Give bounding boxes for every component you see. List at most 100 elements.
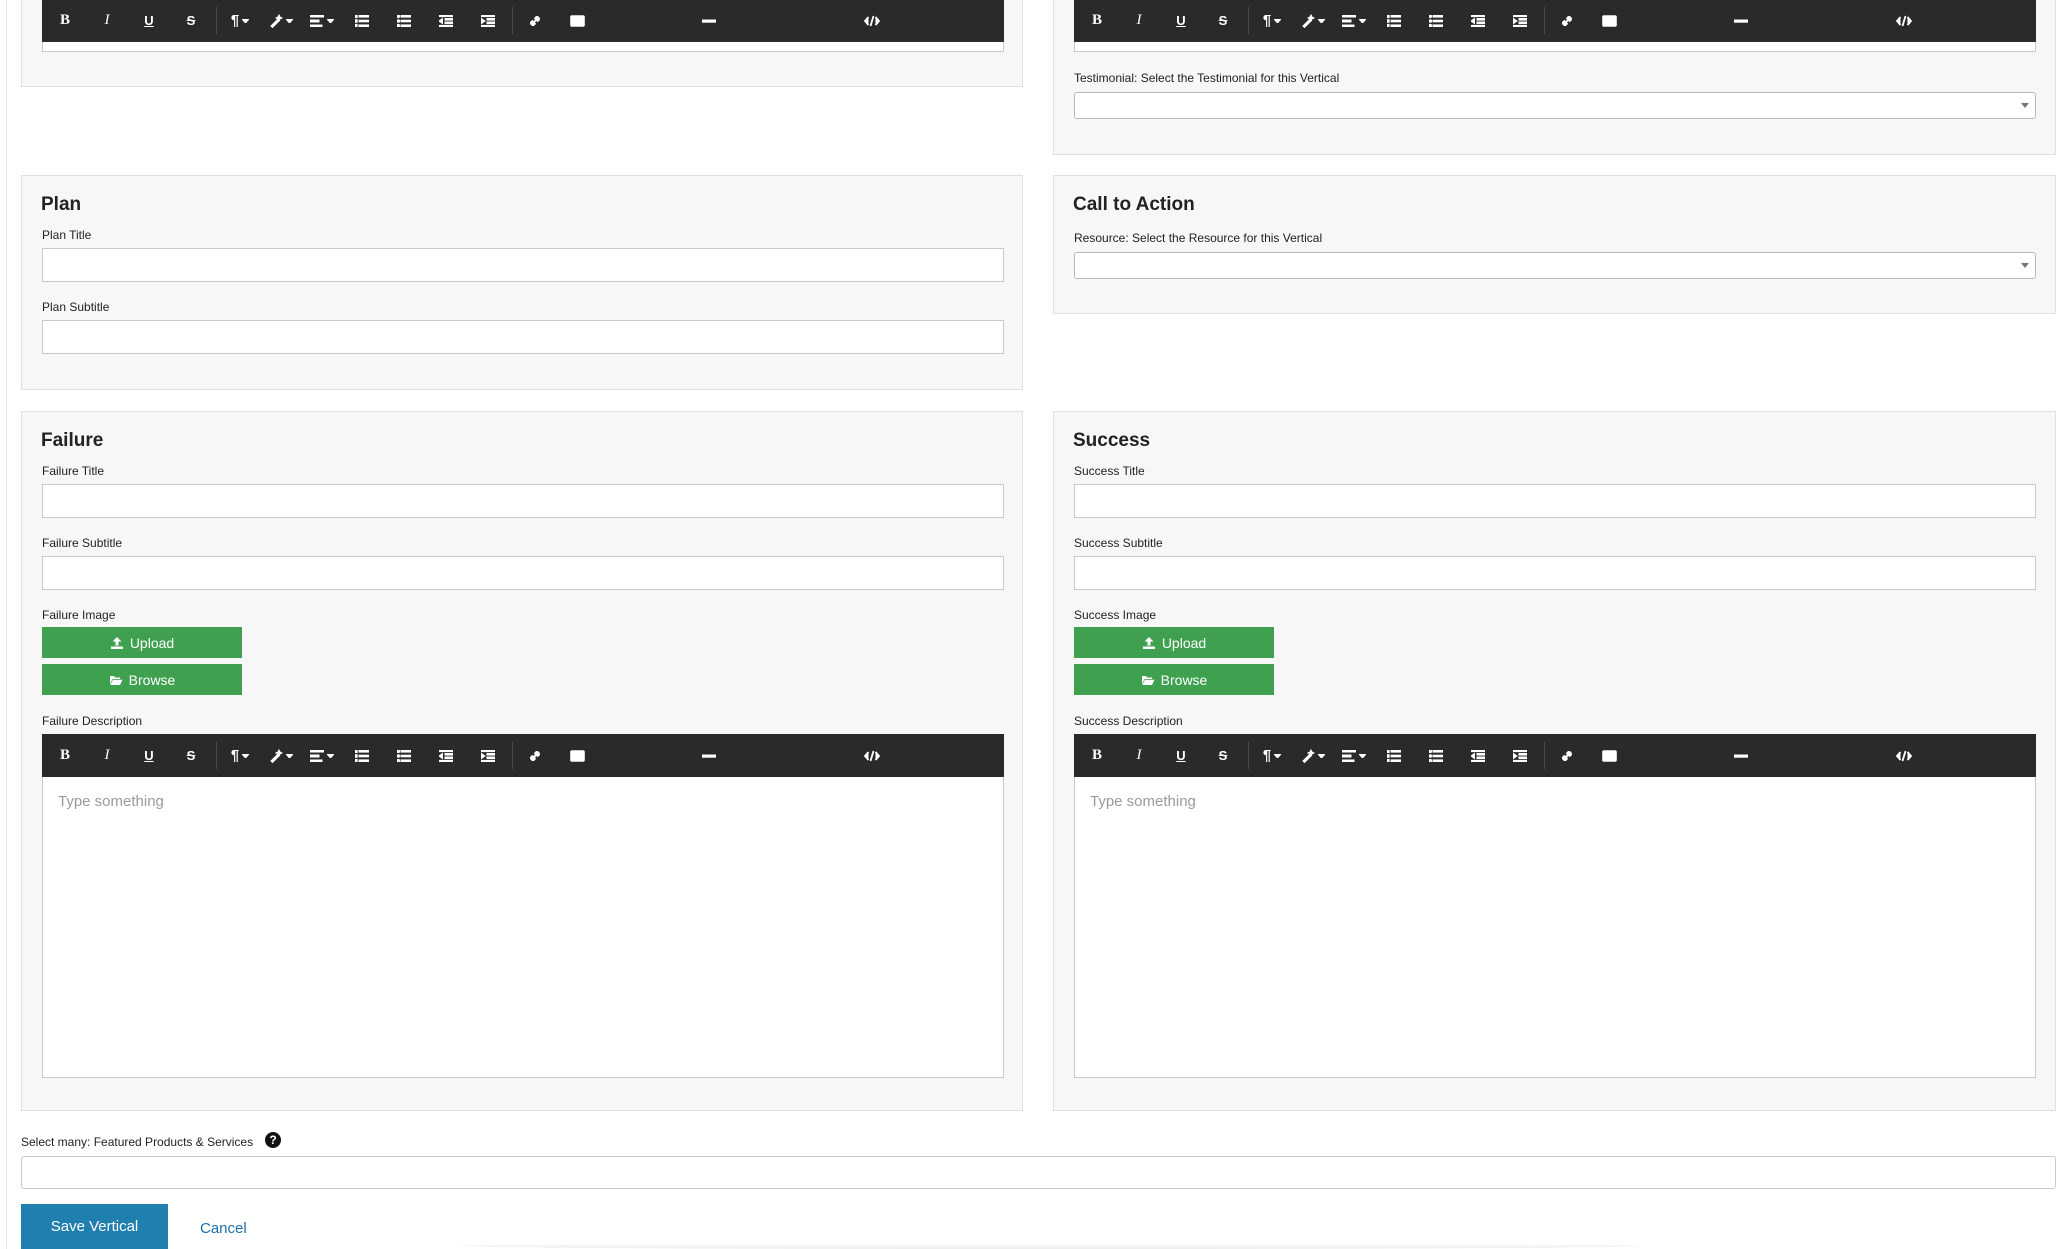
indent-icon[interactable] xyxy=(473,0,503,42)
image-icon[interactable] xyxy=(562,734,592,777)
code-view-icon[interactable] xyxy=(1889,0,1919,42)
underline-glyph: U xyxy=(1176,748,1186,763)
magic-style-icon[interactable] xyxy=(1295,0,1331,42)
failure-description-placeholder: Type something xyxy=(58,793,164,810)
unordered-list-icon[interactable] xyxy=(1421,0,1451,42)
folder-open-icon xyxy=(1141,675,1155,685)
success-upload-button[interactable]: Upload xyxy=(1074,627,1274,658)
link-icon[interactable] xyxy=(520,0,550,42)
paragraph-glyph: ¶ xyxy=(230,12,240,29)
ordered-list-icon[interactable] xyxy=(347,734,377,777)
underline-glyph: U xyxy=(1176,13,1186,28)
success-browse-button[interactable]: Browse xyxy=(1074,664,1274,695)
italic-glyph: I xyxy=(104,747,110,763)
image-icon[interactable] xyxy=(562,0,592,42)
outdent-icon[interactable] xyxy=(431,734,461,777)
bold-icon[interactable]: B xyxy=(1082,0,1112,42)
image-icon[interactable] xyxy=(1594,0,1624,42)
strikethrough-icon[interactable]: S xyxy=(1208,734,1238,777)
save-vertical-button[interactable]: Save Vertical xyxy=(21,1204,168,1249)
success-description-editor[interactable]: Type something xyxy=(1074,777,2036,1078)
horizontal-rule-icon[interactable] xyxy=(1726,734,1756,777)
underline-icon[interactable]: U xyxy=(134,0,164,42)
code-view-icon[interactable] xyxy=(1889,734,1919,777)
align-icon[interactable] xyxy=(1336,0,1372,42)
strikethrough-icon[interactable]: S xyxy=(176,734,206,777)
bold-icon[interactable]: B xyxy=(50,734,80,777)
call-to-action-panel: Call to Action Resource: Select the Reso… xyxy=(1053,175,2056,314)
outdent-icon[interactable] xyxy=(1463,0,1493,42)
link-icon[interactable] xyxy=(1552,734,1582,777)
magic-style-icon[interactable] xyxy=(263,0,299,42)
outdent-icon[interactable] xyxy=(431,0,461,42)
outdent-icon[interactable] xyxy=(1463,734,1493,777)
horizontal-rule-icon[interactable] xyxy=(1726,0,1756,42)
success-subtitle-label: Success Subtitle xyxy=(1074,536,1163,550)
paragraph-icon[interactable]: ¶ xyxy=(1254,734,1290,777)
italic-icon[interactable]: I xyxy=(1124,0,1154,42)
italic-icon[interactable]: I xyxy=(92,0,122,42)
plan-heading: Plan xyxy=(41,194,82,215)
success-subtitle-input[interactable] xyxy=(1074,556,2036,590)
failure-subtitle-label: Failure Subtitle xyxy=(42,536,123,550)
magic-style-icon[interactable] xyxy=(1295,734,1331,777)
unordered-list-icon[interactable] xyxy=(389,734,419,777)
cancel-link[interactable]: Cancel xyxy=(200,1220,247,1237)
failure-description-editor[interactable]: Type something xyxy=(42,777,1004,1078)
strikethrough-glyph: S xyxy=(1218,748,1228,763)
success-image-label: Success Image xyxy=(1074,608,1157,622)
italic-glyph: I xyxy=(104,12,110,28)
plan-title-input[interactable] xyxy=(42,248,1004,282)
indent-icon[interactable] xyxy=(1505,734,1535,777)
resource-select[interactable] xyxy=(1074,252,2036,279)
chevron-down-icon xyxy=(2021,263,2029,268)
underline-icon[interactable]: U xyxy=(134,734,164,777)
paragraph-icon[interactable]: ¶ xyxy=(222,0,258,42)
underline-icon[interactable]: U xyxy=(1166,0,1196,42)
ordered-list-icon[interactable] xyxy=(347,0,377,42)
code-view-icon[interactable] xyxy=(857,0,887,42)
success-title-input[interactable] xyxy=(1074,484,2036,518)
image-icon[interactable] xyxy=(1594,734,1624,777)
magic-style-icon[interactable] xyxy=(263,734,299,777)
top-left-panel: B I U S ¶ xyxy=(21,0,1023,87)
featured-products-input[interactable] xyxy=(21,1156,2056,1189)
align-icon[interactable] xyxy=(1336,734,1372,777)
link-icon[interactable] xyxy=(1552,0,1582,42)
link-icon[interactable] xyxy=(520,734,550,777)
indent-icon[interactable] xyxy=(473,734,503,777)
underline-icon[interactable]: U xyxy=(1166,734,1196,777)
failure-subtitle-input[interactable] xyxy=(42,556,1004,590)
success-browse-label: Browse xyxy=(1160,671,1208,688)
failure-heading: Failure xyxy=(41,430,104,451)
align-icon[interactable] xyxy=(304,734,340,777)
chevron-down-icon xyxy=(2021,103,2029,108)
strikethrough-icon[interactable]: S xyxy=(176,0,206,42)
unordered-list-icon[interactable] xyxy=(389,0,419,42)
bold-glyph: B xyxy=(1091,12,1102,28)
success-panel: Success Success Title Success Subtitle S… xyxy=(1053,411,2056,1111)
align-icon[interactable] xyxy=(304,0,340,42)
italic-icon[interactable]: I xyxy=(92,734,122,777)
ordered-list-icon[interactable] xyxy=(1379,0,1409,42)
plan-subtitle-input[interactable] xyxy=(42,320,1004,354)
toolbar-separator xyxy=(216,742,217,769)
help-icon[interactable]: ? xyxy=(265,1132,281,1148)
indent-icon[interactable] xyxy=(1505,0,1535,42)
strikethrough-icon[interactable]: S xyxy=(1208,0,1238,42)
bold-icon[interactable]: B xyxy=(50,0,80,42)
testimonial-select[interactable] xyxy=(1074,92,2036,119)
code-view-icon[interactable] xyxy=(857,734,887,777)
bold-icon[interactable]: B xyxy=(1082,734,1112,777)
ordered-list-icon[interactable] xyxy=(1379,734,1409,777)
italic-icon[interactable]: I xyxy=(1124,734,1154,777)
failure-browse-button[interactable]: Browse xyxy=(42,664,242,695)
unordered-list-icon[interactable] xyxy=(1421,734,1451,777)
failure-title-input[interactable] xyxy=(42,484,1004,518)
paragraph-icon[interactable]: ¶ xyxy=(222,734,258,777)
paragraph-icon[interactable]: ¶ xyxy=(1254,0,1290,42)
horizontal-rule-icon[interactable] xyxy=(694,0,724,42)
upload-icon xyxy=(1142,636,1155,649)
horizontal-rule-icon[interactable] xyxy=(694,734,724,777)
failure-upload-button[interactable]: Upload xyxy=(42,627,242,658)
